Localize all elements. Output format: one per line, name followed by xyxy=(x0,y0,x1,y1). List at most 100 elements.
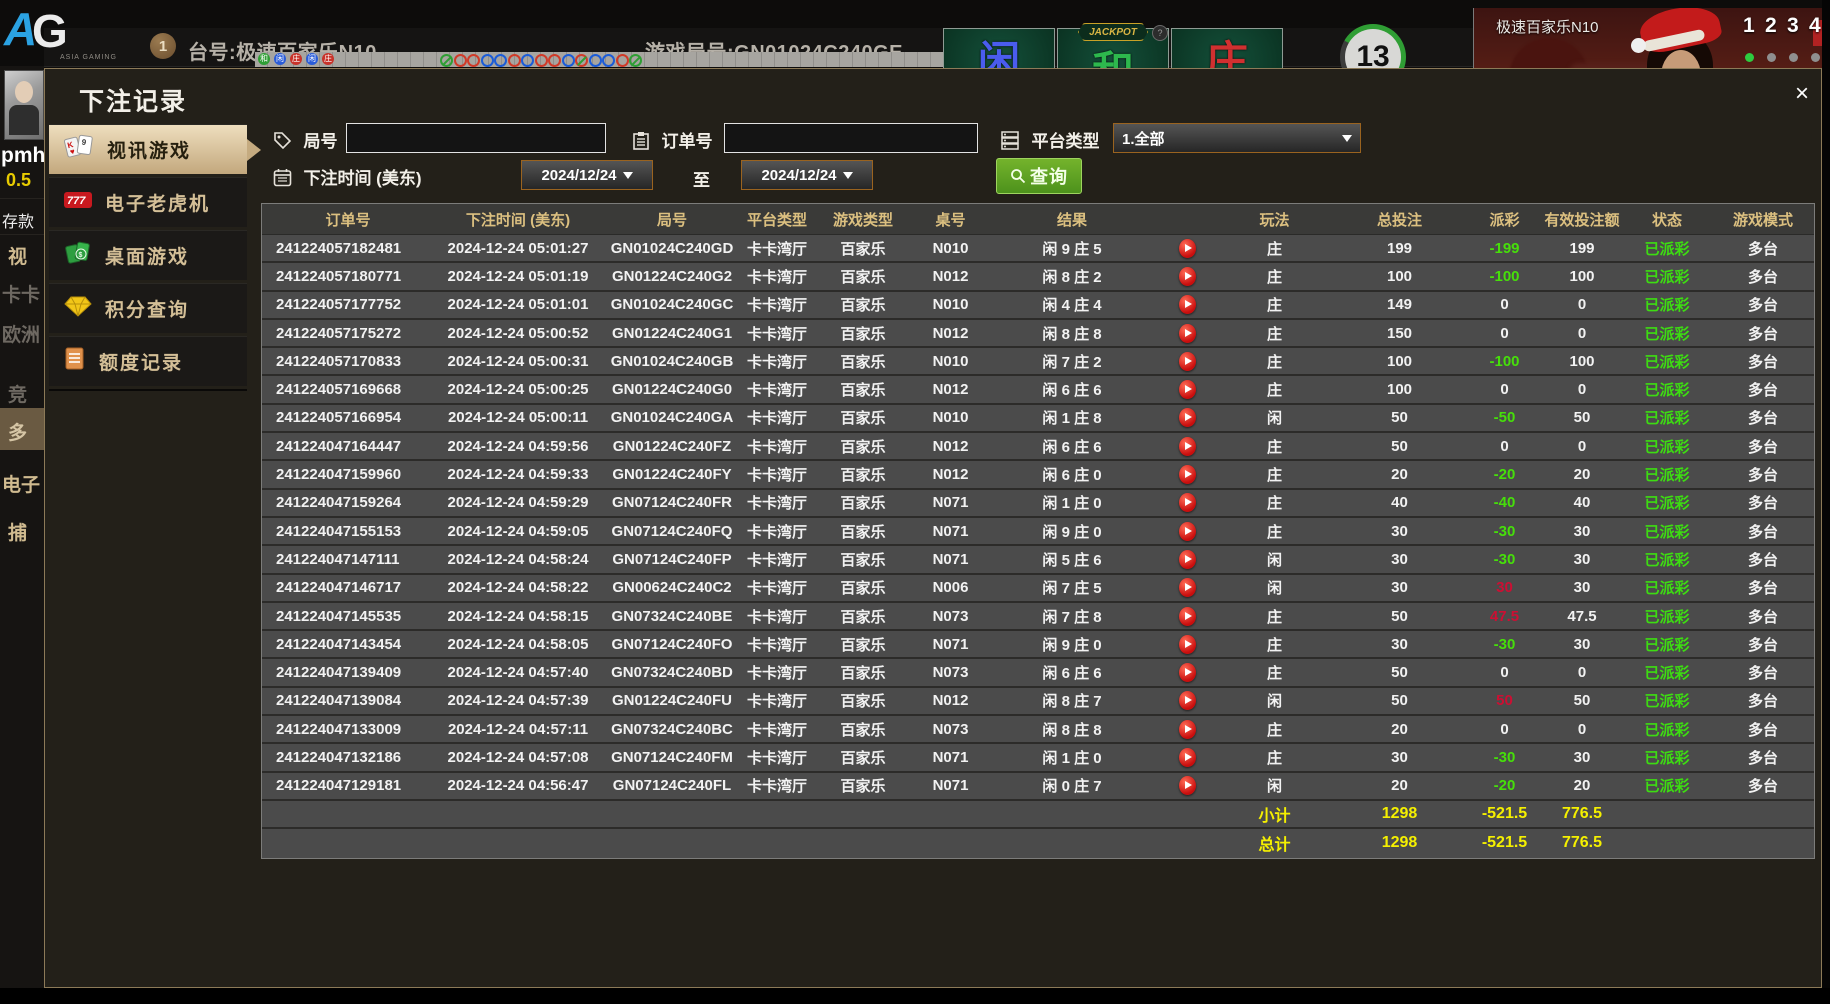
column-header: 平台类型 xyxy=(742,204,812,234)
table-row[interactable]: 2412240471394092024-12-24 04:57:40GN0732… xyxy=(262,659,1814,687)
platform-cell: 卡卡湾厅 xyxy=(742,631,812,657)
replay-icon[interactable] xyxy=(1179,607,1196,626)
table-row[interactable]: 2412240471330092024-12-24 04:57:11GN0732… xyxy=(262,716,1814,744)
bet-records-table: 订单号下注时间 (美东)局号平台类型游戏类型桌号结果玩法总投注派彩有效投注额状态… xyxy=(261,203,1815,859)
table-row[interactable]: 2412240571807712024-12-24 05:01:19GN0122… xyxy=(262,263,1814,291)
table-row[interactable]: 2412240571708332024-12-24 05:00:31GN0102… xyxy=(262,348,1814,376)
deposit-link[interactable]: 存款 xyxy=(2,208,44,232)
date-to-select[interactable]: 2024/12/24 xyxy=(741,160,873,190)
lobby-nav-item[interactable]: 卡卡 xyxy=(2,280,44,307)
table-row[interactable]: 2412240571669542024-12-24 05:00:11GN0102… xyxy=(262,405,1814,433)
total-bet: 1298 xyxy=(1332,829,1467,857)
replay-icon[interactable] xyxy=(1179,465,1196,484)
replay-icon[interactable] xyxy=(1179,408,1196,427)
valid-bet-cell: 20 xyxy=(1542,773,1622,799)
play-type-cell: 庄 xyxy=(1217,348,1332,374)
camera-number[interactable]: 1 xyxy=(1743,14,1755,38)
replay-icon[interactable] xyxy=(1179,578,1196,597)
game-type-cell: 百家乐 xyxy=(812,659,914,685)
camera-dot[interactable] xyxy=(1767,53,1776,62)
replay-icon[interactable] xyxy=(1179,720,1196,739)
close-icon[interactable]: × xyxy=(1787,79,1817,109)
lobby-nav-item[interactable]: 捕 xyxy=(8,518,44,545)
bet-cell: 20 xyxy=(1332,773,1467,799)
jackpot-help-icon[interactable]: ? xyxy=(1152,25,1168,41)
replay-icon[interactable] xyxy=(1179,352,1196,371)
round-number-input[interactable] xyxy=(346,123,606,153)
replay-icon[interactable] xyxy=(1179,635,1196,654)
game-type-cell: 百家乐 xyxy=(812,546,914,572)
table-row[interactable]: 2412240471599602024-12-24 04:59:33GN0122… xyxy=(262,461,1814,489)
mode-cell: 多台 xyxy=(1712,659,1814,685)
modal-menu-item-[interactable]: 积分查询 xyxy=(49,283,247,333)
records-doc-icon xyxy=(63,346,87,377)
order-number-input[interactable] xyxy=(724,123,978,153)
round-cell: GN01024C240GB xyxy=(602,348,742,374)
platform-type-select[interactable]: 1.全部 xyxy=(1113,123,1361,153)
table-row[interactable]: 2412240571777522024-12-24 05:01:01GN0102… xyxy=(262,292,1814,320)
table-row[interactable]: 2412240471390842024-12-24 04:57:39GN0122… xyxy=(262,688,1814,716)
table-cell: N071 xyxy=(914,773,987,799)
replay-icon[interactable] xyxy=(1179,267,1196,286)
result-cell: 闲 1 庄 8 xyxy=(987,405,1157,431)
lobby-nav-item[interactable]: 多 xyxy=(8,418,44,445)
valid-bet-cell: 0 xyxy=(1542,320,1622,346)
table-row[interactable]: 2412240571824812024-12-24 05:01:27GN0102… xyxy=(262,235,1814,263)
table-row[interactable]: 2412240471291812024-12-24 04:56:47GN0712… xyxy=(262,773,1814,801)
table-row[interactable]: 2412240471644472024-12-24 04:59:56GN0122… xyxy=(262,433,1814,461)
camera-number[interactable]: 3 xyxy=(1787,14,1799,38)
modal-menu-item-label: 额度记录 xyxy=(99,348,183,375)
table-row[interactable]: 2412240471321862024-12-24 04:57:08GN0712… xyxy=(262,744,1814,772)
replay-icon[interactable] xyxy=(1179,437,1196,456)
replay-icon[interactable] xyxy=(1179,239,1196,258)
modal-menu-item-[interactable]: 777电子老虎机 xyxy=(49,177,247,227)
replay-icon[interactable] xyxy=(1179,550,1196,569)
table-row[interactable]: 2412240571696682024-12-24 05:00:25GN0122… xyxy=(262,376,1814,404)
camera-number[interactable]: 2 xyxy=(1765,14,1777,38)
platform-cell: 卡卡湾厅 xyxy=(742,575,812,601)
camera-active-dot[interactable] xyxy=(1745,53,1754,62)
order-cell: 241224057166954 xyxy=(262,405,434,431)
lobby-nav-item[interactable]: 竞 xyxy=(8,380,44,407)
lobby-nav-item[interactable]: 欧洲 xyxy=(2,320,44,347)
modal-menu-item-active[interactable]: K♥9视讯游戏 xyxy=(49,124,247,174)
modal-menu-item-[interactable]: $桌面游戏 xyxy=(49,230,247,280)
table-row[interactable]: 2412240471455352024-12-24 04:58:15GN0732… xyxy=(262,603,1814,631)
date-from-select[interactable]: 2024/12/24 xyxy=(521,160,653,190)
lobby-nav-item[interactable]: 电子 xyxy=(2,470,44,497)
table-row[interactable]: 2412240471471112024-12-24 04:58:24GN0712… xyxy=(262,546,1814,574)
order-cell: 241224057169668 xyxy=(262,376,434,402)
replay-icon[interactable] xyxy=(1179,295,1196,314)
replay-icon[interactable] xyxy=(1179,748,1196,767)
search-button[interactable]: 查询 xyxy=(996,158,1082,194)
table-row[interactable]: 2412240471467172024-12-24 04:58:22GN0062… xyxy=(262,575,1814,603)
lobby-nav-item[interactable]: 视 xyxy=(8,242,44,269)
payout-cell: -50 xyxy=(1467,405,1542,431)
replay-icon[interactable] xyxy=(1179,522,1196,541)
table-row[interactable]: 2412240471551532024-12-24 04:59:05GN0712… xyxy=(262,518,1814,546)
replay-icon[interactable] xyxy=(1179,324,1196,343)
camera-number[interactable]: 4 xyxy=(1809,14,1821,38)
replay-icon[interactable] xyxy=(1179,493,1196,512)
camera-dot[interactable] xyxy=(1811,53,1820,62)
table-row[interactable]: 2412240471434542024-12-24 04:58:05GN0712… xyxy=(262,631,1814,659)
game-type-cell: 百家乐 xyxy=(812,348,914,374)
play-type-cell: 庄 xyxy=(1217,518,1332,544)
modal-menu-item-[interactable]: 额度记录 xyxy=(49,336,247,386)
camera-dot[interactable] xyxy=(1789,53,1798,62)
replay-icon[interactable] xyxy=(1179,380,1196,399)
replay-icon[interactable] xyxy=(1179,776,1196,795)
lobby-left-nav: pmh 0.5 存款 视卡卡欧洲竞多电子捕 xyxy=(0,66,44,1004)
replay-cell xyxy=(1157,320,1217,346)
valid-bet-cell: 199 xyxy=(1542,235,1622,261)
result-cell: 闲 8 庄 8 xyxy=(987,320,1157,346)
round-cell: GN01224C240G2 xyxy=(602,263,742,289)
replay-icon[interactable] xyxy=(1179,691,1196,710)
mode-cell: 多台 xyxy=(1712,490,1814,516)
replay-icon[interactable] xyxy=(1179,663,1196,682)
table-row[interactable]: 2412240471592642024-12-24 04:59:29GN0712… xyxy=(262,490,1814,518)
road-bead: 庄 xyxy=(290,53,302,65)
status-cell: 已派彩 xyxy=(1622,490,1712,516)
table-row[interactable]: 2412240571752722024-12-24 05:00:52GN0122… xyxy=(262,320,1814,348)
platform-cell: 卡卡湾厅 xyxy=(742,659,812,685)
